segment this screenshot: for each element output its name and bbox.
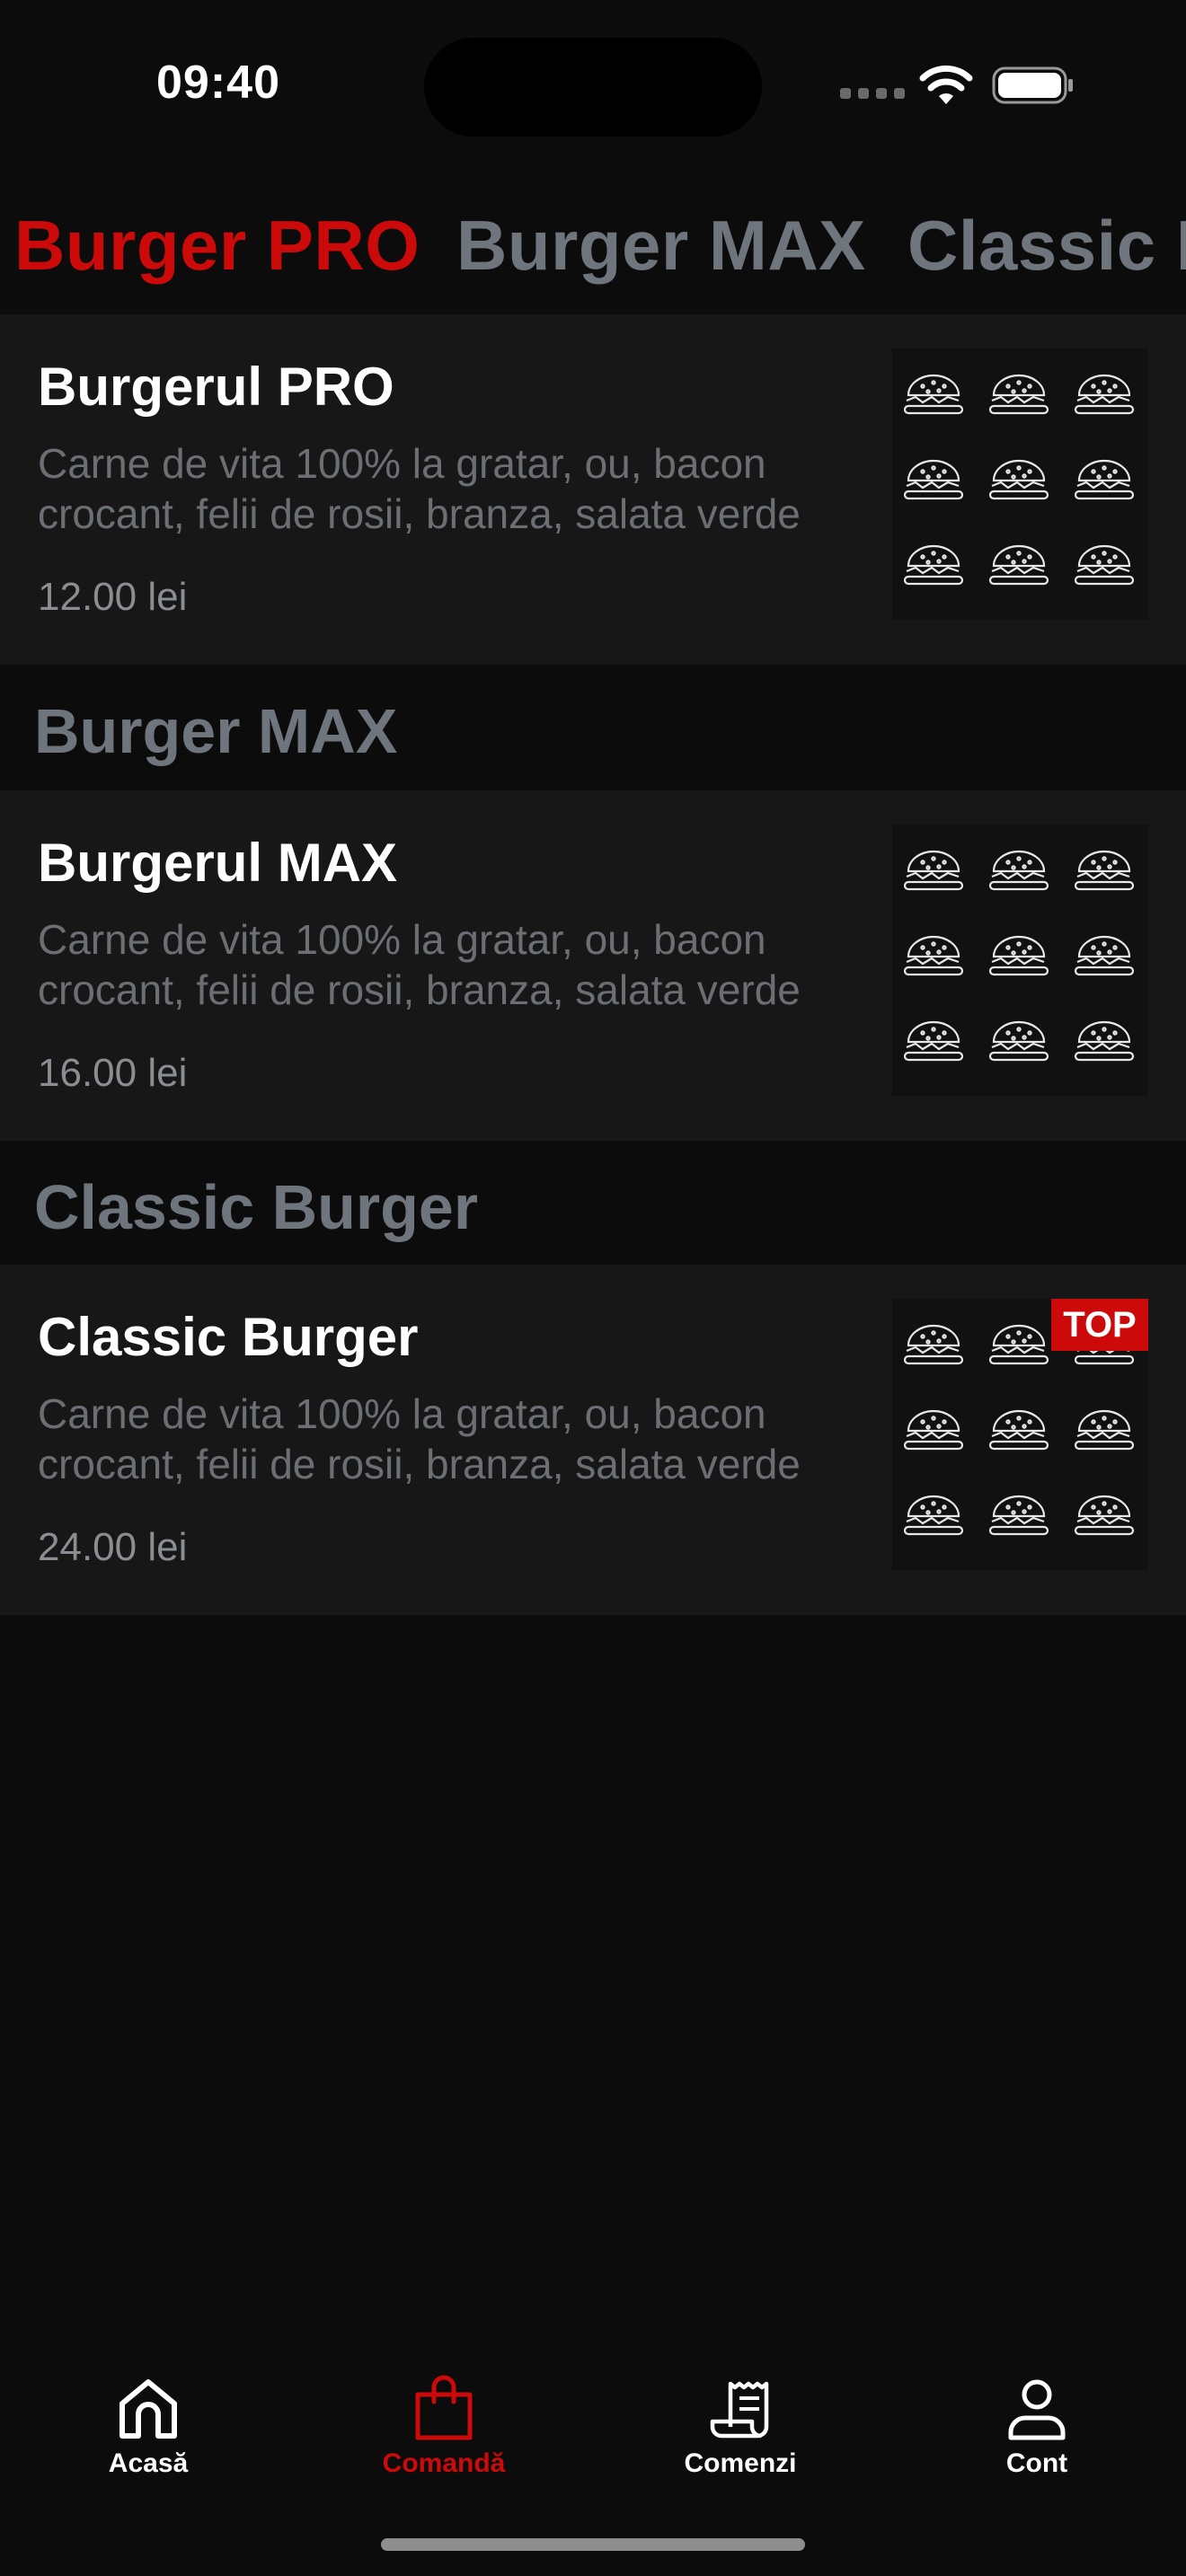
product-price: 12.00 lei	[38, 575, 188, 619]
tab-classic-burger[interactable]: Classic Burger	[907, 205, 1186, 287]
nav-item-comanda[interactable]: Comandă	[354, 2375, 534, 2479]
app-screen: 09:40 Burger PRO Burger MAX Classic Burg…	[0, 0, 1186, 2576]
wifi-icon	[919, 65, 973, 104]
nav-item-cont[interactable]: Cont	[947, 2375, 1127, 2479]
product-image	[892, 348, 1148, 620]
tab-burger-max[interactable]: Burger MAX	[456, 205, 866, 287]
nav-item-comenzi[interactable]: Comenzi	[651, 2375, 830, 2479]
receipt-icon	[710, 2381, 769, 2439]
burger-pattern-image	[892, 825, 1148, 1096]
product-image	[892, 825, 1148, 1096]
section-title: Classic Burger	[34, 1172, 479, 1242]
top-badge: TOP	[1051, 1299, 1148, 1351]
product-card-burgerul-max[interactable]: Burgerul MAX Carne de vita 100% la grata…	[0, 790, 1186, 1141]
section-header-burger-max: Burger MAX	[0, 665, 1186, 790]
dynamic-island	[424, 38, 762, 137]
product-description: Carne de vita 100% la gratar, ou, bacon …	[38, 1390, 801, 1487]
product-title: Classic Burger	[38, 1307, 419, 1367]
user-icon	[1008, 2379, 1066, 2440]
status-time: 09:40	[156, 57, 280, 109]
cellular-signal-icon	[840, 88, 905, 99]
section-title: Burger MAX	[34, 696, 398, 766]
nav-label: Comandă	[382, 2448, 506, 2478]
nav-label: Comenzi	[684, 2448, 797, 2478]
product-image: TOP	[892, 1299, 1148, 1570]
product-description: Carne de vita 100% la gratar, ou, bacon …	[38, 916, 801, 1013]
section-header-classic-burger: Classic Burger	[0, 1141, 1186, 1266]
home-icon	[119, 2379, 177, 2439]
product-description: Carne de vita 100% la gratar, ou, bacon …	[38, 440, 801, 537]
battery-icon	[992, 66, 1073, 104]
tab-burger-pro[interactable]: Burger PRO	[14, 205, 420, 287]
product-card-classic-burger[interactable]: Classic Burger Carne de vita 100% la gra…	[0, 1265, 1186, 1615]
category-tabs: Burger PRO Burger MAX Classic Burger	[0, 180, 1186, 305]
product-price: 16.00 lei	[38, 1051, 188, 1095]
product-title: Burgerul MAX	[38, 833, 398, 893]
home-indicator[interactable]	[381, 2538, 805, 2551]
product-title: Burgerul PRO	[38, 357, 394, 417]
status-bar: 09:40	[0, 0, 1186, 162]
product-card-burgerul-pro[interactable]: Burgerul PRO Carne de vita 100% la grata…	[0, 314, 1186, 665]
burger-pattern-image	[892, 348, 1148, 620]
nav-item-acasa[interactable]: Acasă	[58, 2375, 238, 2479]
nav-label: Cont	[1005, 2448, 1068, 2478]
product-price: 24.00 lei	[38, 1525, 188, 1569]
nav-label: Acasă	[108, 2448, 189, 2478]
shopping-bag-icon	[415, 2375, 473, 2440]
